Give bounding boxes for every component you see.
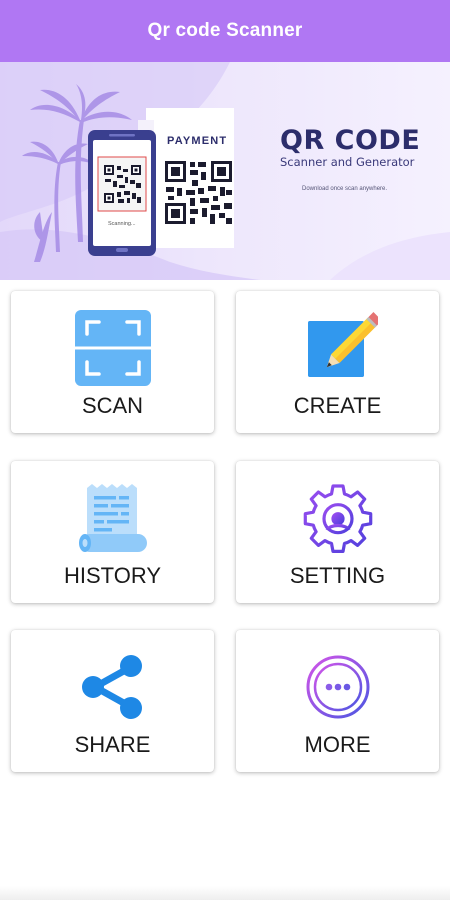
share-icon bbox=[81, 655, 142, 719]
more-button[interactable]: MORE bbox=[236, 630, 439, 772]
share-label: SHARE bbox=[74, 732, 151, 757]
scanning-label: Scanning... bbox=[108, 221, 136, 227]
payment-label: PAYMENT bbox=[167, 135, 228, 147]
receipt-history-icon bbox=[78, 484, 147, 552]
setting-button[interactable]: SETTING bbox=[236, 461, 439, 603]
gear-icon bbox=[303, 484, 372, 553]
more-label: MORE bbox=[304, 732, 371, 757]
scan-icon bbox=[74, 310, 151, 386]
bottom-edge bbox=[0, 886, 450, 900]
create-label: CREATE bbox=[293, 393, 382, 418]
more-dots-icon bbox=[306, 655, 369, 719]
app-screen: Qr code Scanner PAYMENT Scanning... QR C… bbox=[0, 0, 450, 900]
scan-label: SCAN bbox=[81, 393, 144, 418]
edit-pencil-icon bbox=[307, 312, 378, 377]
share-button[interactable]: SHARE bbox=[11, 630, 214, 772]
banner-title: QR CODE bbox=[280, 125, 421, 156]
app-title: Qr code Scanner bbox=[147, 20, 303, 41]
phone-illustration bbox=[88, 130, 156, 256]
history-button[interactable]: HISTORY bbox=[11, 461, 214, 603]
setting-label: SETTING bbox=[289, 563, 386, 588]
create-button[interactable]: CREATE bbox=[236, 291, 439, 433]
banner-subtitle: Scanner and Generator bbox=[280, 155, 415, 169]
scan-button[interactable]: SCAN bbox=[11, 291, 214, 433]
history-label: HISTORY bbox=[64, 563, 161, 588]
banner-tagline: Download once scan anywhere. bbox=[302, 186, 388, 192]
banner-illustration bbox=[0, 62, 450, 280]
app-bar: Qr code Scanner bbox=[0, 0, 450, 62]
promo-banner: PAYMENT Scanning... QR CODE Scanner and … bbox=[0, 62, 450, 280]
